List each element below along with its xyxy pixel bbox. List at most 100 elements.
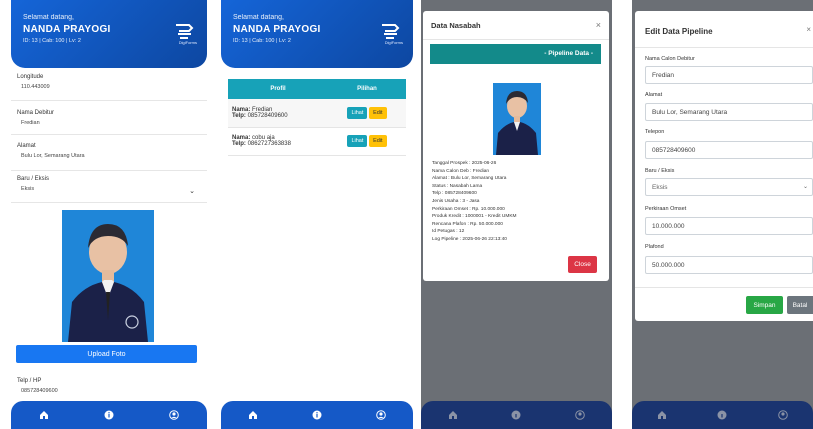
modal-title: Data Nasabah [431, 21, 481, 30]
bottom-nav [421, 401, 612, 429]
baru-eksis-value: Eksis [21, 186, 35, 192]
alamat-label: Alamat [17, 143, 36, 149]
perkiraan-omset-label: Perkiraan Omset [645, 206, 687, 212]
telp-key: Telp: [232, 112, 246, 119]
customer-photo [62, 210, 154, 342]
cancel-button[interactable]: Batal [787, 296, 813, 314]
telp-field[interactable]: Telp / HP 085728409600 [17, 378, 201, 394]
plafond-input[interactable]: 50.000.000 [645, 256, 813, 274]
app-header: Selamat datang, NANDA PRAYOGI ID: 13 | C… [11, 0, 207, 68]
profile-cell: Nama: Fredian Telp: 085728409600 [228, 99, 328, 128]
chevron-down-icon[interactable]: ⌄ [189, 187, 195, 195]
info-icon[interactable] [103, 409, 115, 421]
alamat-value: Bulu Lor, Semarang Utara [21, 153, 85, 159]
pipeline-data-banner: - Pipeline Data - [430, 44, 601, 64]
baru-eksis-label: Baru / Eksis [17, 176, 50, 182]
nama-calon-debitur-label: Nama Calon Debitur [645, 56, 695, 62]
brand-logo-text: DigiForms [384, 40, 403, 45]
screen-pipeline-list: Selamat datang, NANDA PRAYOGI ID: 13 | C… [221, 0, 413, 429]
telepon-label: Telepon [645, 129, 665, 135]
info-icon [510, 409, 522, 421]
info-line: Telp : 085728409600 [432, 191, 477, 197]
column-header-pilihan: Pilihan [328, 79, 406, 99]
home-icon[interactable] [38, 409, 50, 421]
info-line: Tanggal Prospek : 2025-06-26 [432, 161, 497, 166]
close-button[interactable]: Close [568, 256, 597, 273]
nama-debitur-value: Fredian [21, 120, 40, 126]
baru-eksis-label: Baru / Eksis [645, 168, 675, 174]
nama-calon-debitur-input[interactable]: Fredian [645, 66, 813, 84]
baru-eksis-select[interactable]: Eksis ⌄ [645, 178, 813, 196]
user-icon[interactable] [375, 409, 387, 421]
alamat-input[interactable]: Bulu Lor, Semarang Utara [645, 103, 813, 121]
user-name: NANDA PRAYOGI [233, 24, 321, 35]
divider [11, 100, 207, 101]
close-icon[interactable]: × [806, 25, 811, 34]
nama-debitur-label: Nama Debitur [17, 110, 55, 116]
table-row: Nama: cobu aja Telp: 0862727363838 Lihat… [228, 127, 406, 156]
action-cell: Lihat Edit [328, 99, 406, 128]
user-icon[interactable] [168, 409, 180, 421]
info-line: Id Petugas : 12 [432, 229, 465, 235]
action-cell: Lihat Edit [328, 127, 406, 156]
alamat-field[interactable]: Alamat Bulu Lor, Semarang Utara [17, 143, 201, 159]
brand-logo-text: DigiForms [178, 40, 197, 45]
home-icon [447, 409, 459, 421]
divider [11, 202, 207, 203]
app-header: Selamat datang, NANDA PRAYOGI ID: 13 | C… [221, 0, 413, 68]
customer-photo [493, 83, 541, 155]
save-button[interactable]: Simpan [746, 296, 783, 314]
longitude-value: 110.443009 [21, 84, 50, 90]
upload-photo-button[interactable]: Upload Foto [16, 345, 197, 363]
user-icon [777, 409, 789, 421]
modal-title: Edit Data Pipeline [645, 27, 713, 36]
column-header-profil: Profil [228, 79, 328, 99]
divider [11, 134, 207, 135]
data-nasabah-modal: Data Nasabah × - Pipeline Data - Tanggal… [423, 11, 609, 281]
info-icon [716, 409, 728, 421]
edit-button[interactable]: Edit [369, 135, 387, 147]
alamat-label: Alamat [645, 92, 663, 98]
user-name: NANDA PRAYOGI [23, 24, 111, 35]
edit-button[interactable]: Edit [369, 106, 387, 119]
info-line: Nama Calon Deb : Fredian [432, 168, 490, 174]
plafond-label: Plafond [645, 244, 664, 250]
brand-logo-icon [382, 24, 400, 39]
telp-label: Telp / HP [17, 378, 42, 384]
edit-pipeline-modal: Edit Data Pipeline × Nama Calon Debitur … [635, 11, 813, 321]
divider [635, 287, 813, 288]
longitude-label: Longitude [17, 74, 44, 80]
info-line: Rencana Plafon : Rp. 50.000.000 [432, 221, 503, 227]
nama-debitur-field[interactable]: Nama Debitur Fredian [17, 110, 201, 126]
home-icon[interactable] [247, 409, 259, 421]
divider [423, 39, 609, 40]
screen-edit-pipeline-modal: Edit Data Pipeline × Nama Calon Debitur … [632, 0, 813, 429]
info-line: Status : Nasabah Lama [432, 183, 483, 189]
info-line: Jenis Usaha : 3 - Jasa [432, 198, 480, 204]
info-line: Log Pipeline : 2025-06-26 22:13:40 [432, 236, 507, 242]
lihat-button[interactable]: Lihat [347, 106, 368, 119]
info-line: Perkiraan Omset : Rp. 10.000.000 [432, 206, 505, 212]
screen-form: Selamat datang, NANDA PRAYOGI ID: 13 | C… [11, 0, 207, 429]
pipeline-table: Profil Pilihan Nama: Fredian Telp: 08572… [228, 79, 406, 156]
welcome-text: Selamat datang, [23, 14, 74, 21]
baru-eksis-value: Eksis [652, 184, 668, 191]
user-meta: ID: 13 | Cab: 100 | Lv: 2 [233, 38, 291, 44]
chevron-down-icon: ⌄ [802, 184, 808, 190]
telp-value: 0862727363838 [247, 141, 291, 147]
bottom-nav [11, 401, 207, 429]
telp-key: Telp: [232, 141, 246, 147]
telepon-input[interactable]: 085728409600 [645, 141, 813, 159]
info-line: Alamat : Bulu Lor, Semarang Utara [432, 176, 507, 182]
brand-logo-icon [176, 24, 194, 39]
telp-value: 085728409600 [21, 388, 58, 394]
baru-eksis-select[interactable]: Baru / Eksis Eksis [17, 176, 201, 192]
close-icon[interactable]: × [596, 20, 601, 30]
info-line: Produk Kredit : 1000001 - Kredit UMKM [432, 214, 517, 220]
divider [635, 47, 813, 48]
perkiraan-omset-input[interactable]: 10.000.000 [645, 217, 813, 235]
info-icon[interactable] [311, 409, 323, 421]
lihat-button[interactable]: Lihat [347, 135, 368, 147]
user-meta: ID: 13 | Cab: 100 | Lv: 2 [23, 38, 81, 44]
longitude-field: Longitude 110.443009 [17, 74, 201, 90]
